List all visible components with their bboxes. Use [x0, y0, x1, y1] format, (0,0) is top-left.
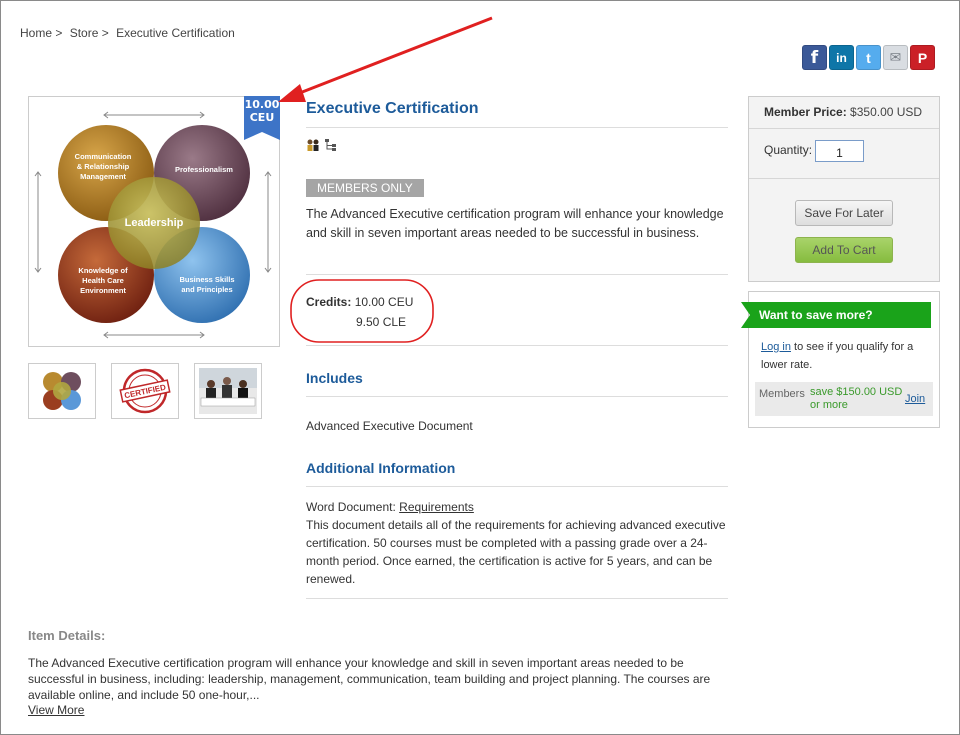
breadcrumb-current: Executive Certification	[116, 26, 235, 40]
quantity-label: Quantity:	[764, 143, 813, 157]
ceu-badge-unit: CEU	[249, 111, 275, 124]
save-more-banner: Want to save more?	[741, 302, 931, 331]
divider	[749, 178, 939, 179]
requirements-link[interactable]: Requirements	[399, 500, 474, 514]
diagram-label-tl-1: Communication	[75, 152, 132, 161]
item-details-heading: Item Details:	[28, 628, 106, 643]
leadership-diagram: Communication & Relationship Management …	[34, 111, 272, 339]
diagram-label-tr: Professionalism	[175, 165, 233, 174]
item-details-text: The Advanced Executive certification pro…	[28, 656, 711, 702]
annotation-arrow	[278, 16, 493, 102]
login-prompt: Log in to see if you qualify for a lower…	[761, 338, 931, 374]
annotation-oval	[290, 279, 434, 343]
members-savings: save $150.00 USD or more	[810, 386, 903, 411]
price-panel: Member Price: $350.00 USD Quantity: Save…	[748, 96, 940, 282]
add-to-cart-button[interactable]: Add To Cart	[795, 237, 893, 263]
divider	[306, 598, 728, 599]
thumbnail-diagram-image	[43, 372, 81, 410]
social-share-bar: f in t ✉ P	[802, 45, 935, 70]
view-more-link[interactable]: View More	[28, 703, 84, 717]
divider	[306, 486, 728, 487]
breadcrumb: Home > Store > Executive Certification	[20, 26, 239, 40]
save-for-later-button[interactable]: Save For Later	[795, 200, 893, 226]
members-label: Members	[759, 388, 805, 400]
word-document-label: Word Document:	[306, 500, 396, 514]
meeting-photo	[199, 368, 257, 414]
includes-item: Advanced Executive Document	[306, 419, 473, 433]
thumbnail-meeting[interactable]	[194, 363, 262, 419]
divider	[306, 345, 728, 346]
additional-info-text: This document details all of the require…	[306, 518, 726, 586]
divider	[306, 274, 728, 275]
diagram-label-br-2: and Principles	[181, 285, 232, 294]
thumbnail-certified[interactable]: CERTIFIED	[111, 363, 179, 419]
diagram-label-tl-2: & Relationship	[77, 162, 130, 171]
product-description: The Advanced Executive certification pro…	[306, 207, 724, 240]
diagram-label-tl-3: Management	[80, 172, 126, 181]
save-more-banner-text: Want to save more?	[759, 308, 873, 322]
member-price-value: $350.00 USD	[850, 105, 923, 119]
member-price-label: Member Price:	[764, 105, 847, 119]
additional-info-heading: Additional Information	[306, 460, 456, 476]
diagram-label-bl-3: Environment	[80, 286, 126, 295]
twitter-icon[interactable]: t	[856, 45, 881, 70]
members-only-badge: MEMBERS ONLY	[306, 179, 424, 197]
people-icon	[307, 139, 319, 151]
product-main-image[interactable]: Communication & Relationship Management …	[28, 96, 280, 347]
join-link[interactable]: Join	[905, 393, 925, 405]
facebook-icon[interactable]: f	[802, 45, 827, 70]
email-icon[interactable]: ✉	[883, 45, 908, 70]
certified-stamp-icon: CERTIFIED	[119, 368, 171, 414]
diagram-label-bl-2: Health Care	[82, 276, 124, 285]
divider	[749, 128, 939, 129]
pinterest-icon[interactable]: P	[910, 45, 935, 70]
divider	[306, 127, 728, 128]
divider	[306, 396, 728, 397]
breadcrumb-store[interactable]: Store >	[70, 26, 109, 40]
login-link[interactable]: Log in	[761, 341, 791, 353]
product-title: Executive Certification	[306, 100, 479, 117]
additional-info-body: Word Document: Requirements This documen…	[306, 498, 728, 588]
diagram-label-bl-1: Knowledge of	[78, 266, 128, 275]
includes-heading: Includes	[306, 370, 363, 386]
breadcrumb-home[interactable]: Home >	[20, 26, 62, 40]
diagram-label-br-1: Business Skills	[179, 275, 234, 284]
quantity-input[interactable]	[815, 140, 864, 162]
thumbnail-diagram[interactable]	[28, 363, 96, 419]
diagram-label-center: Leadership	[125, 217, 184, 229]
members-savings-row: Members save $150.00 USD or more Join	[755, 382, 933, 416]
product-icons	[306, 138, 338, 152]
member-price: Member Price: $350.00 USD	[764, 105, 922, 119]
linkedin-icon[interactable]: in	[829, 45, 854, 70]
hierarchy-icon	[325, 139, 336, 151]
